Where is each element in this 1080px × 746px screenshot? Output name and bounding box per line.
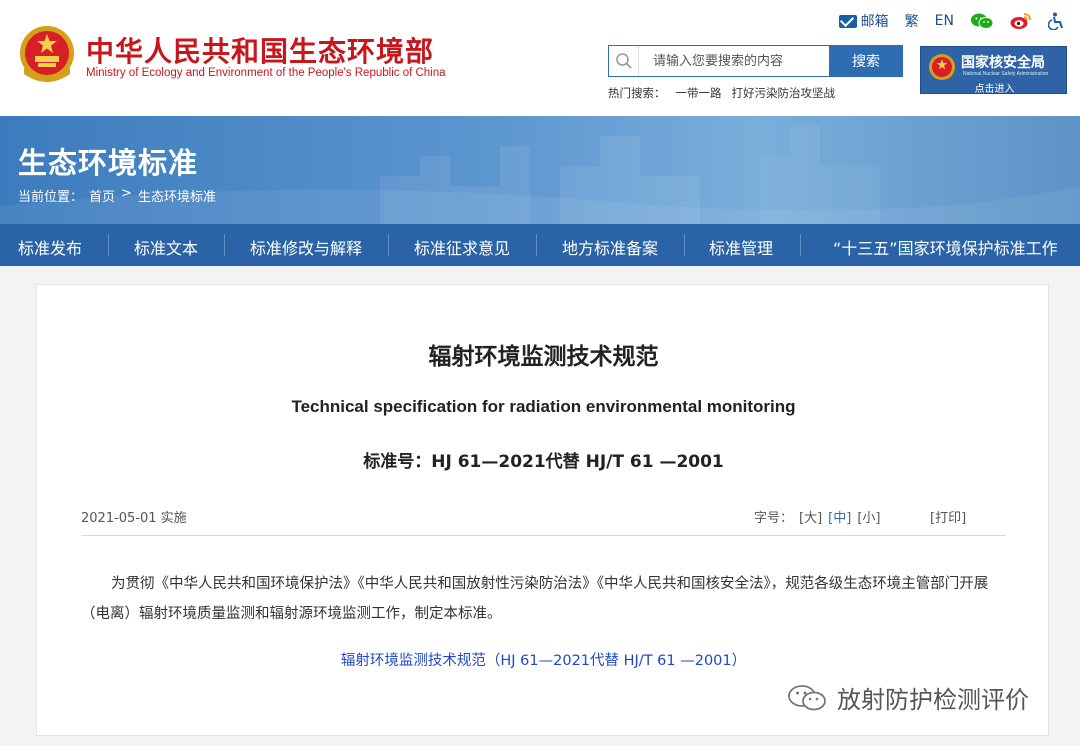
breadcrumb-home[interactable]: 首页 <box>89 186 115 205</box>
top-links: 邮箱 繁 EN <box>838 10 1064 32</box>
page-banner: 生态环境标准 当前位置： 首页 > 生态环境标准 <box>0 116 1080 224</box>
nav-item-local-standards[interactable]: 地方标准备案 <box>562 235 658 259</box>
breadcrumb-current[interactable]: 生态环境标准 <box>138 186 216 205</box>
nav-divider <box>536 234 537 256</box>
mail-link[interactable]: 邮箱 <box>838 11 889 31</box>
nav-divider <box>684 234 685 256</box>
weibo-icon[interactable] <box>1010 12 1032 30</box>
nav-divider <box>800 234 801 256</box>
watermark-text: 放射防护检测评价 <box>837 686 1029 714</box>
nav-item-13th-five-year[interactable]: “十三五”国家环境保护标准工作 <box>833 235 1058 259</box>
national-emblem-icon[interactable] <box>18 24 76 84</box>
breadcrumb-separator: > <box>121 186 132 201</box>
nav-item-standard-management[interactable]: 标准管理 <box>709 235 773 259</box>
site-header: 中华人民共和国生态环境部 Ministry of Ecology and Env… <box>0 0 1080 116</box>
accessibility-icon[interactable] <box>1048 12 1064 30</box>
breadcrumb: 当前位置： 首页 > 生态环境标准 <box>18 186 216 205</box>
font-size-large-button[interactable]: [大] <box>799 507 822 526</box>
watermark: 放射防护检测评价 <box>787 680 1029 715</box>
article-title-en: Technical specification for radiation en… <box>291 397 796 416</box>
nnsa-subtitle: National Nuclear Safety Administration <box>963 71 1049 77</box>
breadcrumb-label: 当前位置： <box>18 190 84 205</box>
hot-searches-label: 热门搜索： <box>608 86 666 100</box>
hot-searches: 热门搜索： 一带一路 打好污染防治攻坚战 <box>608 85 835 101</box>
article-meta: 2021-05-01 实施 字号： [大] [中] [小] [打印] <box>81 507 1006 537</box>
site-subtitle: Ministry of Ecology and Environment of t… <box>86 67 446 79</box>
font-size-controls: 字号： [大] [中] [小] <box>754 507 880 526</box>
font-size-label: 字号： <box>754 511 794 526</box>
traditional-chinese-link[interactable]: 繁 <box>905 11 919 31</box>
nav-item-standard-revision[interactable]: 标准修改与解释 <box>250 235 362 259</box>
article-title: 辐射环境监测技术规范 <box>428 344 659 370</box>
effective-date: 2021-05-01 实施 <box>81 511 187 526</box>
wechat-watermark-icon <box>788 684 826 710</box>
main-nav: 标准发布 标准文本 标准修改与解释 标准征求意见 地方标准备案 标准管理 “十三… <box>0 224 1080 266</box>
search-input[interactable] <box>639 47 829 75</box>
wechat-icon[interactable] <box>970 12 994 30</box>
section-title: 生态环境标准 <box>18 146 199 180</box>
mail-icon <box>838 14 857 28</box>
hot-search-link[interactable]: 打好污染防治攻坚战 <box>732 85 836 101</box>
nnsa-emblem-icon <box>929 54 955 80</box>
nnsa-link-banner[interactable]: 国家核安全局 National Nuclear Safety Administr… <box>920 46 1067 95</box>
article-paragraph: 为贯彻《中华人民共和国环境保护法》《中华人民共和国放射性污染防治法》《中华人民共… <box>81 576 989 622</box>
standard-document-link[interactable]: 辐射环境监测技术规范（HJ 61—2021代替 HJ/T 61 —2001） <box>37 649 1050 670</box>
english-link[interactable]: EN <box>935 13 954 29</box>
site-title[interactable]: 中华人民共和国生态环境部 <box>86 30 434 70</box>
nnsa-enter-label: 点击进入 <box>974 84 1015 95</box>
nnsa-title: 国家核安全局 <box>961 55 1045 71</box>
font-size-medium-button[interactable]: [中] <box>828 507 851 526</box>
nav-divider <box>388 234 389 256</box>
hot-search-link[interactable]: 一带一路 <box>676 85 722 101</box>
print-button[interactable]: [打印] <box>930 507 966 526</box>
standard-number: 标准号：HJ 61—2021代替 HJ/T 61 —2001 <box>363 452 724 472</box>
mail-label: 邮箱 <box>860 14 889 30</box>
search-icon <box>609 46 639 76</box>
nav-divider <box>224 234 225 256</box>
meta-divider <box>81 535 1006 536</box>
search-box <box>608 45 830 77</box>
article-card: 辐射环境监测技术规范 Technical specification for r… <box>36 284 1049 736</box>
nav-item-standard-comments[interactable]: 标准征求意见 <box>414 235 510 259</box>
nav-item-standard-release[interactable]: 标准发布 <box>18 235 82 259</box>
nav-divider <box>108 234 109 256</box>
nav-item-standard-text[interactable]: 标准文本 <box>134 235 198 259</box>
search-button[interactable]: 搜索 <box>829 45 903 77</box>
font-size-small-button[interactable]: [小] <box>857 507 880 526</box>
